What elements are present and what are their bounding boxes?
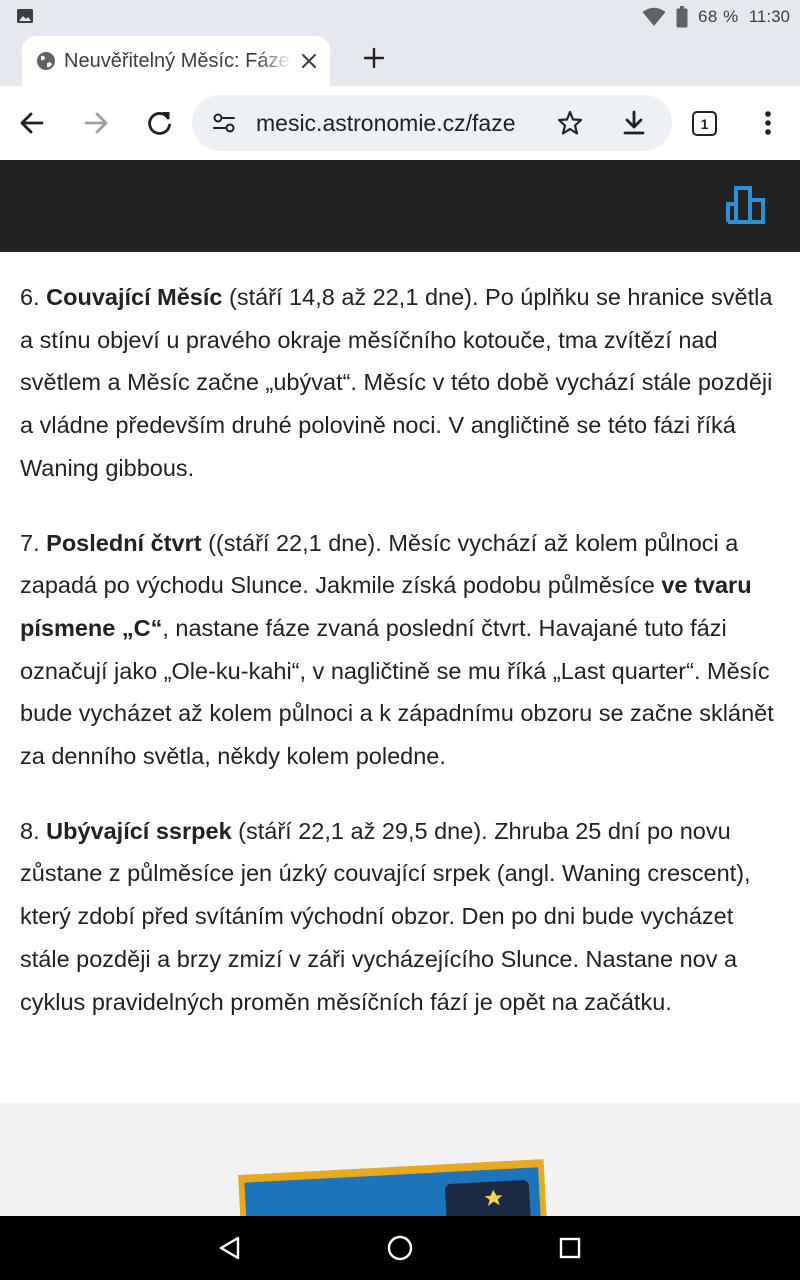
plus-icon[interactable]	[360, 44, 388, 72]
tab-strip: Neuvěřitelný Měsíc: Fáze	[0, 34, 800, 86]
globe-icon	[37, 52, 55, 70]
bookmark-star-icon[interactable]	[556, 109, 584, 137]
phase-heading: Ubývající ssrpek	[46, 817, 232, 844]
close-icon[interactable]	[300, 52, 318, 70]
status-bar: 68 % 11:30	[0, 0, 800, 34]
paragraph-last-quarter: 7. Poslední čtvrt ((stáří 22,1 dne). Měs…	[20, 522, 780, 778]
wifi-icon	[642, 7, 666, 26]
image-icon	[17, 9, 33, 23]
paragraph-text: (stáří 14,8 až 22,1 dne). Po úplňku se h…	[20, 284, 773, 481]
url-text[interactable]: mesic.astronomie.cz/faze	[256, 110, 528, 137]
back-icon[interactable]	[18, 109, 46, 137]
paragraph-text: (stáří 22,1 až 29,5 dne). Zhruba 25 dní …	[20, 817, 751, 1015]
tab-switcher-button[interactable]: 1	[692, 111, 717, 136]
tab-title: Neuvěřitelný Měsíc: Fáze	[64, 49, 292, 73]
back-triangle-icon[interactable]	[216, 1234, 244, 1262]
navigation-bar	[0, 1216, 800, 1280]
reload-icon[interactable]	[146, 109, 174, 137]
book-cover-image[interactable]	[238, 1158, 548, 1216]
download-icon[interactable]	[620, 109, 648, 137]
address-bar[interactable]: mesic.astronomie.cz/faze	[192, 95, 672, 151]
battery-icon	[676, 6, 688, 28]
article-body: 6. Couvající Měsíc (stáří 14,8 až 22,1 d…	[20, 276, 780, 1055]
list-number: 8.	[20, 817, 47, 844]
promo-section	[0, 1103, 800, 1216]
site-settings-icon[interactable]	[212, 112, 236, 134]
recents-square-icon[interactable]	[556, 1234, 584, 1262]
browser-toolbar: mesic.astronomie.cz/faze 1	[0, 86, 800, 160]
paragraph-waning-gibbous: 6. Couvající Měsíc (stáří 14,8 až 22,1 d…	[20, 276, 780, 490]
browser-tab[interactable]: Neuvěřitelný Měsíc: Fáze	[22, 36, 330, 86]
chart-logo-icon[interactable]	[726, 182, 766, 224]
more-menu-icon[interactable]	[764, 110, 772, 136]
home-circle-icon[interactable]	[386, 1234, 414, 1262]
list-number: 7.	[20, 529, 47, 556]
forward-icon[interactable]	[82, 109, 110, 137]
clock: 11:30	[748, 7, 790, 26]
battery-percent: 68 %	[697, 7, 739, 26]
list-number: 6.	[20, 284, 47, 310]
phase-heading: Poslední čtvrt	[46, 529, 202, 556]
paragraph-waning-crescent: 8. Ubývající ssrpek (stáří 22,1 až 29,5 …	[20, 810, 780, 1024]
site-header	[0, 160, 800, 252]
phase-heading: Couvající Měsíc	[46, 284, 223, 310]
